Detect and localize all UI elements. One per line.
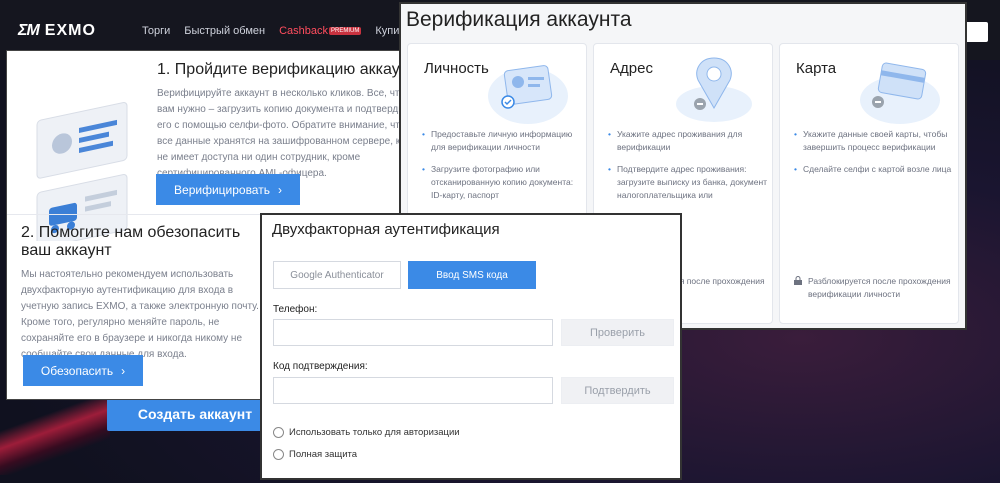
verify-button-label: Верифицировать: [174, 182, 270, 197]
tab-google-authenticator[interactable]: Google Authenticator: [273, 261, 401, 289]
background-decoration: [0, 395, 110, 475]
location-pin-icon: [676, 57, 752, 122]
chevron-right-icon: ›: [121, 363, 126, 378]
chevron-right-icon: ›: [277, 182, 282, 197]
confirm-button[interactable]: Подтвердить: [561, 377, 674, 404]
option-auth-only-label: Использовать только для авторизации: [289, 427, 460, 438]
main-nav: Торги Быстрый обмен Cashback PREMIUM Купи…: [142, 25, 410, 37]
nav-cashback[interactable]: Cashback PREMIUM: [279, 25, 362, 37]
nav-trading[interactable]: Торги: [142, 25, 170, 37]
option-full-protection[interactable]: Полная защита: [273, 449, 357, 460]
bank-card-card-title: Карта: [796, 60, 837, 77]
address-requirements: Укажите адрес проживания для верификации…: [608, 128, 768, 211]
bank-card-requirements: Укажите данные своей карты, чтобы заверш…: [794, 128, 954, 185]
check-button[interactable]: Проверить: [561, 319, 674, 346]
step2-description: Мы настоятельно рекомендуем использовать…: [21, 269, 259, 360]
secure-button-label: Обезопасить: [40, 363, 114, 378]
bank-card-card[interactable]: Карта Укажите данные своей карты, чтобы …: [779, 43, 959, 324]
list-item: Укажите адрес проживания для верификации: [608, 128, 768, 154]
confirmation-code-input[interactable]: [273, 377, 553, 404]
radio-button[interactable]: [273, 427, 284, 438]
phone-label: Телефон:: [273, 304, 318, 315]
list-item: Сделайте селфи с картой возле лица: [794, 163, 954, 176]
nav-cashback-label: Cashback: [279, 25, 329, 37]
id-card-icon: [488, 65, 568, 124]
documents-illustration: [36, 101, 128, 241]
option-auth-only[interactable]: Использовать только для авторизации: [273, 427, 460, 438]
exmo-logo[interactable]: ΣΜ EXMO: [18, 22, 96, 40]
bank-card-unlock-note: Разблокируется после прохождения верифик…: [794, 275, 954, 301]
credit-card-icon: [860, 62, 940, 124]
logo-mark: ΣΜ: [18, 22, 40, 39]
premium-badge: PREMIUM: [329, 27, 362, 36]
step1-description: Верифицируйте аккаунт в несколько кликов…: [157, 88, 406, 179]
list-item: Подтвердите адрес проживания: загрузите …: [608, 163, 768, 202]
verification-title: Верификация аккаунта: [406, 8, 632, 31]
code-label: Код подтверждения:: [273, 361, 368, 372]
list-item: Загрузите фотографию или отсканированную…: [422, 163, 582, 202]
two-factor-panel: Двухфакторная аутентификация Google Auth…: [260, 213, 682, 480]
step2-title: 2. Помогите нам обезопасить ваш аккаунт: [21, 224, 241, 259]
bank-card-unlock-text: Разблокируется после прохождения верифик…: [808, 276, 951, 299]
step1-title: 1. Пройдите верификацию аккаунта: [157, 61, 406, 78]
option-full-label: Полная защита: [289, 449, 358, 460]
list-item: Укажите данные своей карты, чтобы заверш…: [794, 128, 954, 154]
secure-button[interactable]: Обезопасить ›: [23, 355, 143, 386]
address-card-title: Адрес: [610, 60, 653, 77]
logo-text: EXMO: [44, 22, 96, 39]
list-item: Предоставьте личную информацию для вериф…: [422, 128, 582, 154]
identity-requirements: Предоставьте личную информацию для вериф…: [422, 128, 582, 211]
verify-button[interactable]: Верифицировать ›: [156, 174, 300, 205]
nav-quick-exchange[interactable]: Быстрый обмен: [184, 25, 265, 37]
two-factor-title: Двухфакторная аутентификация: [272, 221, 500, 238]
create-account-button[interactable]: Создать аккаунт: [107, 396, 283, 431]
phone-input[interactable]: [273, 319, 553, 346]
radio-button[interactable]: [273, 449, 284, 460]
lock-icon: [794, 276, 802, 285]
tab-sms-code[interactable]: Ввод SMS кода: [408, 261, 536, 289]
